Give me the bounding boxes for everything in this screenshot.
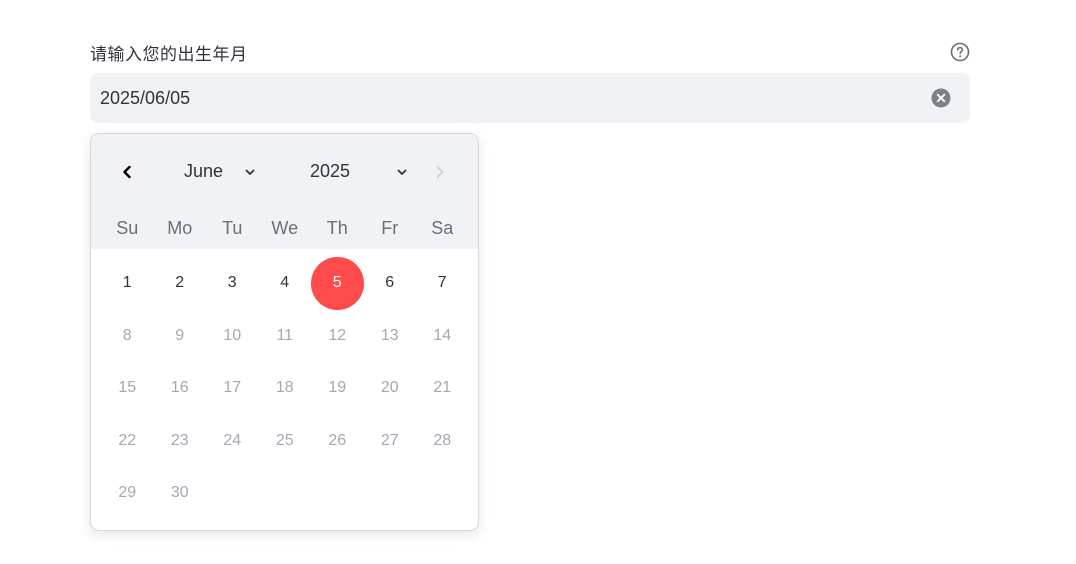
field-label: 请输入您的出生年月 <box>90 45 248 64</box>
day-selected[interactable]: 5 <box>311 257 364 310</box>
date-field-header: 请输入您的出生年月 <box>90 36 970 68</box>
weekday-label: Th <box>326 218 348 238</box>
year-label: 2025 <box>310 161 351 181</box>
day-cell: 23 <box>170 431 189 449</box>
weekday-row: Su Mo Tu We Th Fr Sa <box>101 218 469 242</box>
day-cell: 30 <box>170 484 189 501</box>
weekday-label: Tu <box>222 218 243 238</box>
day-cell: 20 <box>380 379 399 396</box>
day-cell: 13 <box>380 326 399 344</box>
day-cell: 22 <box>118 431 137 449</box>
weekday-label: Fr <box>381 218 399 238</box>
day-cell: 8 <box>122 326 132 344</box>
date-input-field[interactable] <box>100 73 900 123</box>
day-cell: 19 <box>328 379 347 396</box>
day-cell: 25 <box>275 431 294 449</box>
question-circle-icon[interactable] <box>950 42 970 62</box>
year-select[interactable]: 2025 <box>310 158 407 186</box>
day-cell: 16 <box>170 379 189 396</box>
chevron-down-icon <box>245 169 255 175</box>
date-input[interactable] <box>90 73 970 123</box>
weekday-label: Sa <box>431 218 454 238</box>
day-cell: 18 <box>275 379 294 396</box>
day-cell: 21 <box>433 379 452 396</box>
day-cell: 29 <box>118 484 137 501</box>
day-cell: 9 <box>175 326 185 344</box>
day-cell[interactable]: 6 <box>364 257 417 310</box>
chevron-down-icon <box>397 169 407 175</box>
weekday-label: Mo <box>167 218 193 238</box>
day-cell: 17 <box>223 379 242 396</box>
clear-circle-icon[interactable] <box>931 88 951 108</box>
day-cell: 28 <box>433 431 452 449</box>
chevron-right-icon[interactable] <box>428 160 452 184</box>
day-cell[interactable]: 3 <box>206 257 259 310</box>
day-cell: 26 <box>328 431 347 449</box>
day-cell: 27 <box>380 431 399 449</box>
day-cell: 15 <box>118 379 137 396</box>
weekday-label: Su <box>116 218 139 238</box>
month-select[interactable]: June <box>184 158 264 186</box>
month-label: June <box>184 161 224 181</box>
day-cell[interactable]: 7 <box>416 257 469 310</box>
day-grid: 1 2 3 4 5 6 7 8 9 10 11 12 13 14 15 16 17 18 19 20 21 22 23 24 2… <box>101 257 469 521</box>
day-cell: 10 <box>223 326 242 344</box>
day-cell[interactable]: 4 <box>259 257 312 310</box>
day-cell[interactable]: 2 <box>154 257 207 310</box>
day-cell: 14 <box>433 326 452 344</box>
weekday-label: We <box>271 218 299 238</box>
day-cell: 24 <box>223 431 242 449</box>
chevron-left-icon[interactable] <box>115 160 139 184</box>
day-cell[interactable]: 1 <box>101 257 154 310</box>
day-cell: 12 <box>328 326 347 344</box>
day-cell: 11 <box>276 326 294 344</box>
calendar-header: June 2025 Su Mo Tu We Th Fr Sa <box>91 134 478 249</box>
calendar-popup: June 2025 Su Mo Tu We Th Fr Sa 1 2 3 4 5 6 7 8 9 10 11 12… <box>90 133 479 531</box>
